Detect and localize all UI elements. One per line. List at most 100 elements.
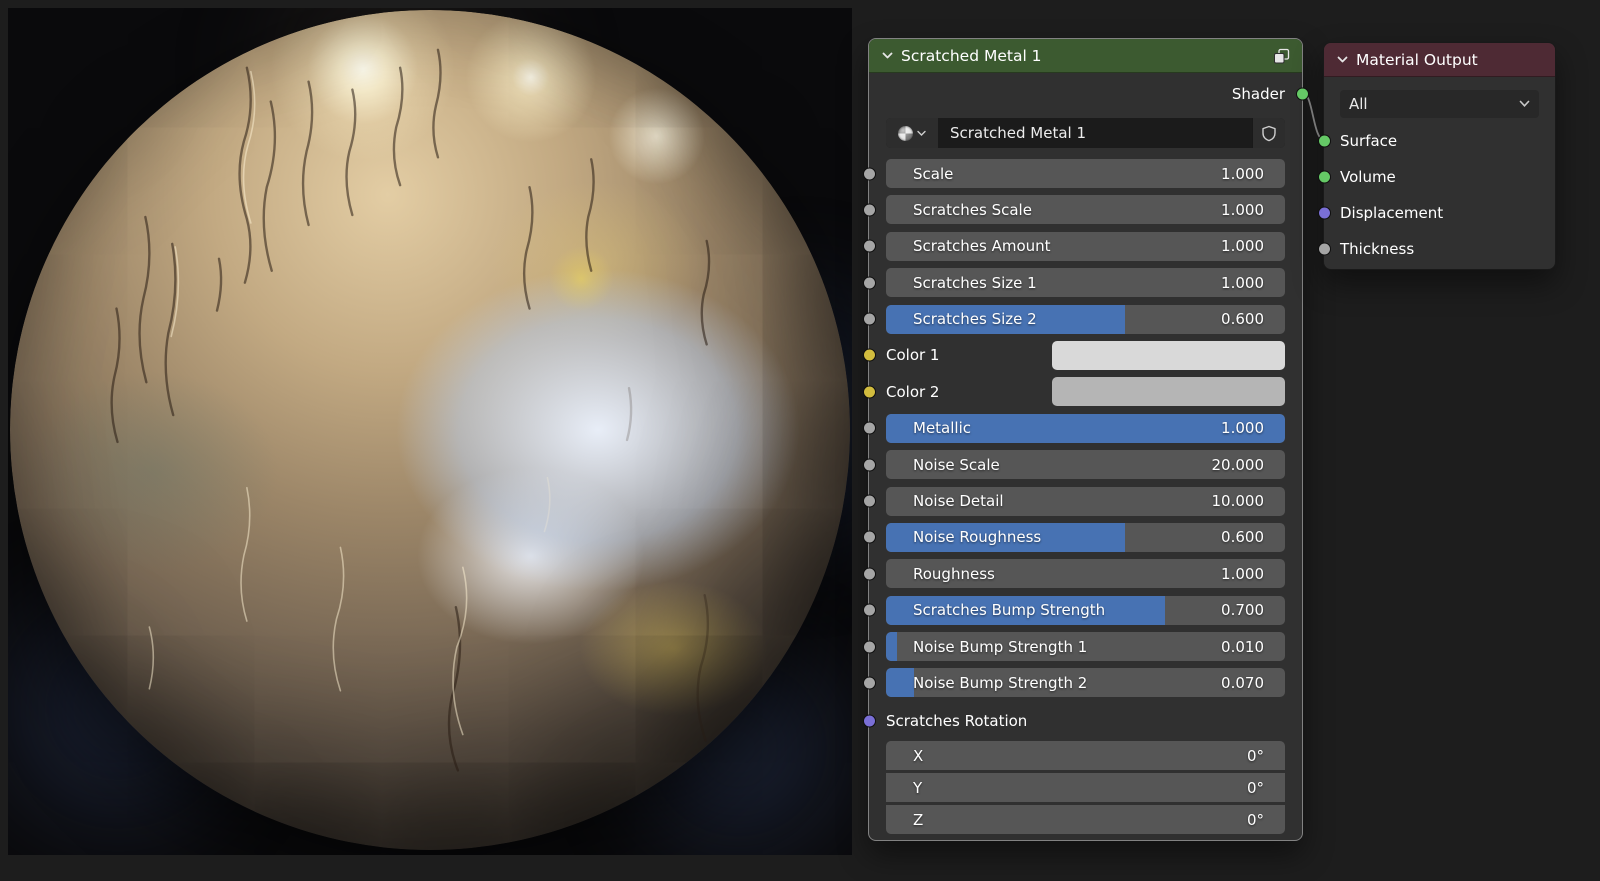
param-row-scratches-size-2: Scratches Size 2 0.600 (862, 304, 1285, 334)
shader-output-row: Shader (886, 81, 1309, 107)
nodegroup-name-field[interactable]: Scratched Metal 1 (938, 118, 1252, 148)
fake-user-button[interactable] (1252, 118, 1285, 148)
param-row-color-2: Color 2 (862, 377, 1285, 407)
slider-label: Metallic (913, 419, 971, 438)
slider-value: 1.000 (1221, 564, 1264, 583)
input-socket-scale[interactable] (862, 167, 876, 180)
scratches-rotation-label: Scratches Rotation (886, 712, 1028, 731)
color-label: Color 1 (886, 346, 940, 365)
collapse-icon[interactable] (1336, 53, 1349, 66)
input-socket-scratches-amount[interactable] (862, 239, 876, 253)
shader-editor[interactable]: Scratched Metal 1 Shader Scratched Metal… (0, 0, 1600, 881)
color-swatch[interactable] (1052, 377, 1285, 407)
node-group-icon (1273, 48, 1290, 64)
slider-scale[interactable]: Scale 1.000 (886, 159, 1285, 188)
input-socket-volume[interactable] (1317, 170, 1331, 184)
input-row-thickness: Thickness (1317, 236, 1539, 262)
material-preview-viewport[interactable] (8, 8, 852, 855)
slider-scratches-amount[interactable]: Scratches Amount 1.000 (886, 231, 1285, 261)
input-socket-noise-bump-strength-1[interactable] (862, 640, 876, 654)
rotation-axis-x[interactable]: X 0° (886, 741, 1285, 771)
chevron-down-icon (1519, 100, 1530, 108)
scratches-rotation-socket[interactable] (862, 714, 876, 728)
sphere-scratches (110, 48, 711, 772)
rotation-axis-y[interactable]: Y 0° (886, 773, 1285, 803)
input-socket-color-1[interactable] (862, 348, 876, 362)
slider-metallic[interactable]: Metallic 1.000 (886, 413, 1285, 443)
slider-value: 1.000 (1221, 200, 1264, 219)
slider-label: Scratches Bump Strength (913, 601, 1106, 620)
input-row-volume: Volume (1317, 164, 1539, 190)
input-socket-roughness[interactable] (862, 567, 876, 581)
nodegroup-name-value: Scratched Metal 1 (950, 124, 1087, 142)
input-socket-displacement[interactable] (1317, 206, 1331, 220)
slider-scratches-bump-strength[interactable]: Scratches Bump Strength 0.700 (886, 595, 1285, 625)
slider-noise-roughness[interactable]: Noise Roughness 0.600 (886, 522, 1285, 552)
param-row-noise-bump-strength-2: Noise Bump Strength 2 0.070 (862, 668, 1285, 698)
slider-value: 0.070 (1221, 673, 1264, 692)
axis-label: Y (913, 778, 923, 797)
slider-noise-detail[interactable]: Noise Detail 10.000 (886, 486, 1285, 516)
slider-value: 0.700 (1221, 601, 1264, 620)
node-group-name-row: Scratched Metal 1 (886, 118, 1285, 148)
group-node-header[interactable]: Scratched Metal 1 (869, 39, 1302, 73)
axis-value: 0° (1246, 810, 1264, 829)
slider-noise-scale[interactable]: Noise Scale 20.000 (886, 450, 1285, 480)
slider-label: Scratches Size 2 (913, 310, 1037, 329)
slider-noise-bump-strength-1[interactable]: Noise Bump Strength 1 0.010 (886, 632, 1285, 662)
slider-fill (886, 668, 914, 698)
input-socket-scratches-size-2[interactable] (862, 312, 876, 326)
output-node-header[interactable]: Material Output (1324, 43, 1555, 77)
slider-noise-bump-strength-2[interactable]: Noise Bump Strength 2 0.070 (886, 668, 1285, 698)
param-row-scratches-bump-strength: Scratches Bump Strength 0.700 (862, 595, 1285, 625)
axis-value: 0° (1246, 778, 1264, 797)
slider-label: Roughness (913, 564, 995, 583)
param-row-noise-bump-strength-1: Noise Bump Strength 1 0.010 (862, 632, 1285, 662)
input-socket-surface[interactable] (1317, 134, 1331, 148)
node-material-output[interactable]: Material Output All Surface Volume Displac… (1317, 42, 1556, 270)
node-title: Scratched Metal 1 (901, 46, 1042, 65)
input-socket-scratches-bump-strength[interactable] (862, 603, 876, 617)
slider-label: Noise Bump Strength 1 (913, 637, 1088, 656)
input-socket-scratches-size-1[interactable] (862, 276, 876, 290)
input-socket-noise-scale[interactable] (862, 458, 876, 472)
rotation-axis-z[interactable]: Z 0° (886, 805, 1285, 835)
material-icon (898, 125, 913, 141)
param-row-color-1: Color 1 (862, 340, 1285, 370)
slider-scratches-size-1[interactable]: Scratches Size 1 1.000 (886, 268, 1285, 298)
slider-label: Scratches Scale (913, 200, 1032, 219)
input-socket-thickness[interactable] (1317, 242, 1331, 256)
input-label: Surface (1340, 132, 1398, 150)
output-target-dropdown[interactable]: All (1340, 90, 1539, 118)
shader-output-socket[interactable] (1295, 87, 1309, 101)
collapse-icon[interactable] (881, 49, 894, 62)
color-label: Color 2 (886, 382, 940, 401)
rotation-axis-rows: X 0° Y 0° Z 0° (886, 741, 1285, 835)
input-row-surface: Surface (1317, 128, 1539, 154)
input-socket-noise-detail[interactable] (862, 494, 876, 508)
slider-label: Scratches Amount (913, 237, 1051, 256)
slider-label: Scale (913, 164, 954, 183)
slider-value: 20.000 (1211, 455, 1265, 474)
preview-sphere (10, 10, 850, 850)
slider-label: Scratches Size 1 (913, 273, 1037, 292)
slider-value: 1.000 (1221, 237, 1264, 256)
input-socket-color-2[interactable] (862, 385, 876, 399)
slider-fill (886, 632, 897, 662)
input-socket-noise-roughness[interactable] (862, 530, 876, 544)
shield-icon (1262, 125, 1276, 141)
color-swatch[interactable] (1052, 340, 1285, 370)
slider-roughness[interactable]: Roughness 1.000 (886, 559, 1285, 589)
slider-label: Noise Detail (913, 492, 1004, 511)
slider-label: Noise Scale (913, 455, 1000, 474)
node-scratched-metal[interactable]: Scratched Metal 1 Shader Scratched Metal… (862, 38, 1309, 841)
input-socket-scratches-scale[interactable] (862, 203, 876, 217)
chevron-down-icon (917, 130, 926, 136)
param-row-metallic: Metallic 1.000 (862, 413, 1285, 443)
input-label: Displacement (1340, 204, 1444, 222)
nodegroup-browse-button[interactable] (886, 118, 938, 148)
input-socket-noise-bump-strength-2[interactable] (862, 676, 876, 690)
slider-scratches-size-2[interactable]: Scratches Size 2 0.600 (886, 304, 1285, 334)
input-socket-metallic[interactable] (862, 421, 876, 435)
slider-scratches-scale[interactable]: Scratches Scale 1.000 (886, 195, 1285, 225)
